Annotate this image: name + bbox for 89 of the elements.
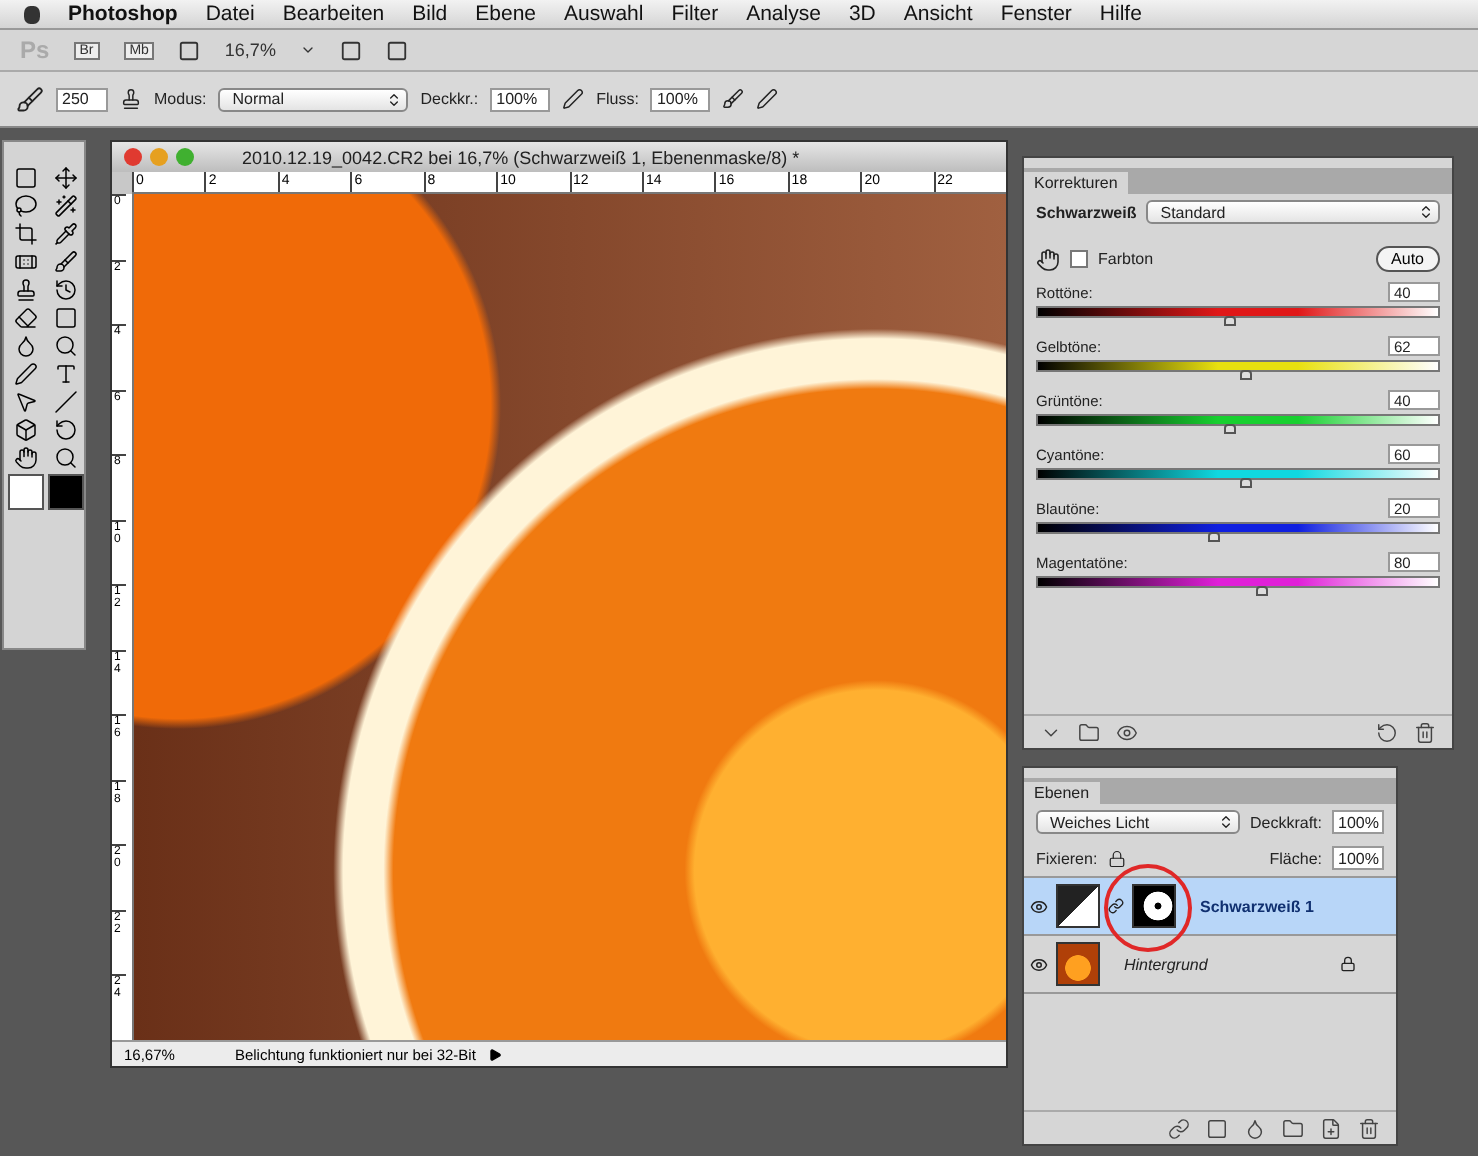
tint-label: Farbton [1098, 250, 1154, 268]
menu-item[interactable]: Ebene [475, 2, 537, 26]
preset-select[interactable]: Standard [1146, 200, 1440, 224]
menu-item[interactable]: Bild [412, 2, 448, 26]
menu-item[interactable]: Ansicht [903, 2, 973, 26]
layer-thumbnail [1056, 884, 1100, 928]
move-icon[interactable] [54, 166, 78, 190]
link-icon [1108, 898, 1124, 914]
checkbox[interactable] [1070, 250, 1088, 268]
slider-thumb[interactable] [1256, 586, 1268, 596]
new-layer-icon[interactable] [1320, 1117, 1342, 1139]
bandage-icon[interactable] [14, 250, 38, 274]
marquee-icon[interactable] [14, 166, 38, 190]
auto-button[interactable]: Auto [1375, 246, 1440, 272]
zoom-icon[interactable] [54, 446, 78, 470]
crop-icon[interactable] [14, 222, 38, 246]
trash-icon[interactable] [1414, 721, 1436, 743]
opacity-field[interactable]: 100% [1332, 810, 1384, 834]
layer-row[interactable]: Hintergrund [1024, 936, 1396, 994]
panel-tab[interactable]: Ebenen [1024, 782, 1100, 804]
slider-thumb[interactable] [1224, 424, 1236, 434]
cube-icon[interactable] [14, 418, 38, 442]
menu-item[interactable]: Datei [205, 2, 255, 26]
folder-icon[interactable] [1282, 1117, 1304, 1139]
caret-icon[interactable] [299, 42, 316, 58]
eye-icon[interactable] [1116, 721, 1138, 743]
eyedropper-icon[interactable] [54, 222, 78, 246]
line-icon[interactable] [54, 390, 78, 414]
brush-icon[interactable] [54, 250, 78, 274]
photo-placeholder [1056, 942, 1100, 986]
layer-row[interactable]: Schwarzweiß 1 [1024, 878, 1396, 936]
layer-name: Schwarzweiß 1 [1200, 897, 1314, 915]
zoom-menu[interactable]: 16,7% [224, 40, 276, 60]
slider-thumb[interactable] [1240, 370, 1252, 380]
lock-icon[interactable] [1107, 849, 1126, 867]
brush-size-picker[interactable]: 250 [56, 87, 108, 111]
foreground-swatch[interactable] [8, 474, 44, 510]
reset-icon[interactable] [1376, 721, 1398, 743]
menu-item[interactable]: Bearbeiten [282, 2, 385, 26]
highlight-circle [1102, 862, 1194, 954]
trash-icon[interactable] [1358, 1117, 1380, 1139]
history-icon[interactable] [54, 278, 78, 302]
type-icon[interactable] [54, 362, 78, 386]
brush-icon[interactable] [16, 85, 44, 113]
hand-icon[interactable] [1036, 247, 1060, 271]
menu-item[interactable]: Filter [671, 2, 719, 26]
eye-icon[interactable] [1030, 955, 1048, 973]
flow-field[interactable]: 100% [650, 87, 711, 111]
lasso-icon[interactable] [14, 194, 38, 218]
mode-label: Modus: [154, 90, 207, 108]
background-swatch[interactable] [48, 474, 84, 510]
pointer-icon[interactable] [14, 390, 38, 414]
opacity-label: Deckkraft: [1249, 813, 1322, 831]
menu-item[interactable]: Fenster [1000, 2, 1072, 26]
blend-mode-select[interactable]: Weiches Licht [1036, 810, 1240, 834]
play-icon[interactable] [487, 1047, 502, 1061]
stepper-icon [386, 91, 403, 107]
stepper-icon [1418, 204, 1434, 220]
opacity-field[interactable]: 100% [490, 87, 551, 111]
menu-item[interactable]: Photoshop [68, 2, 178, 26]
adjustment-type: Schwarzweiß [1036, 203, 1137, 221]
stamp-icon[interactable] [14, 278, 38, 302]
lock-label: Fixieren: [1036, 849, 1098, 867]
stepper-icon [1217, 814, 1234, 830]
flow-label: Fluss: [596, 90, 639, 108]
magnifier-icon[interactable] [54, 334, 78, 358]
pen-icon[interactable] [14, 362, 38, 386]
opacity-label: Deckkr.: [420, 90, 479, 108]
menu-item[interactable]: Hilfe [1099, 2, 1142, 26]
close-icon[interactable] [124, 148, 142, 166]
droplet-icon[interactable] [14, 334, 38, 358]
slider-thumb[interactable] [1208, 532, 1220, 542]
panel-tab[interactable]: Korrekturen [1024, 172, 1128, 194]
link-icon[interactable] [1168, 1117, 1190, 1139]
layer-name: Hintergrund [1124, 955, 1208, 973]
fill-label: Fläche: [1269, 849, 1322, 867]
window-title: 2010.12.19_0042.CR2 bei 16,7% (Schwarzweiß 1, Ebenenmaske/8) * [242, 147, 800, 167]
eye-icon[interactable] [1030, 897, 1048, 915]
wand-icon[interactable] [54, 194, 78, 218]
slider-thumb[interactable] [1240, 478, 1252, 488]
menu-item[interactable]: 3D [848, 2, 876, 26]
mask-thumbnail [1132, 884, 1176, 928]
fill-field[interactable]: 100% [1332, 846, 1384, 870]
eraser-icon[interactable] [14, 306, 38, 330]
hand-icon[interactable] [14, 446, 38, 470]
slider-thumb[interactable] [1224, 316, 1236, 326]
mode-select[interactable]: Normal [218, 87, 409, 111]
menu-item[interactable]: Analyse [746, 2, 821, 26]
menu-item[interactable]: Auswahl [564, 2, 644, 26]
